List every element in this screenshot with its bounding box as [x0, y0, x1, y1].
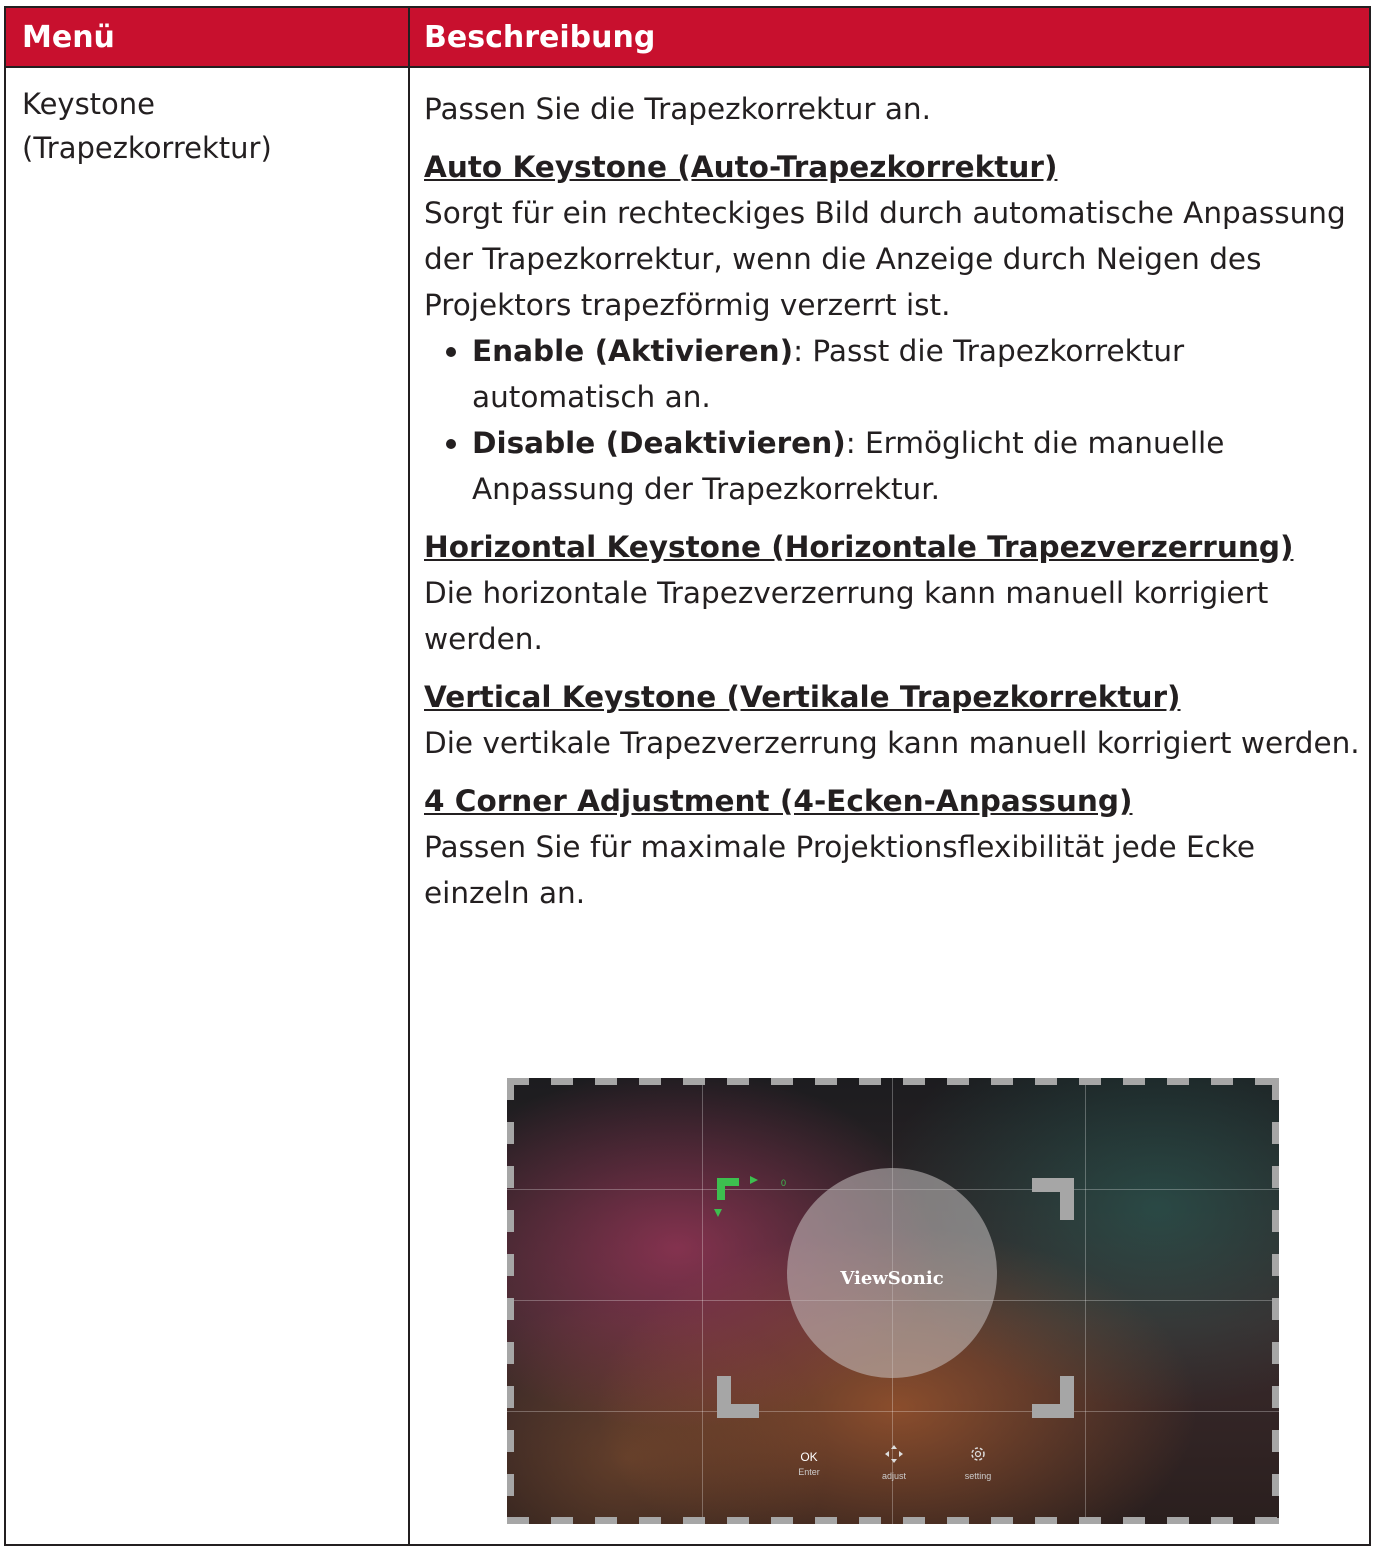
frame-dash	[507, 1254, 514, 1276]
corner-adjustment-heading: 4 Corner Adjustment (4-Ecken-Anpassung)	[424, 784, 1133, 818]
frame-dash	[1035, 1517, 1057, 1524]
frame-dash	[815, 1517, 837, 1524]
header-menu: Menü	[22, 20, 115, 55]
offset-counter: 0	[781, 1178, 787, 1188]
frame-dash	[1272, 1342, 1279, 1364]
frame-dash	[1167, 1517, 1189, 1524]
corner-adjustment-screenshot: ViewSonic 0 OK Enter adjust setting	[507, 1078, 1279, 1524]
frame-dash	[727, 1517, 749, 1524]
description-cell: Passen Sie die Trapezkorrektur an. Auto …	[424, 86, 1364, 916]
frame-dash	[903, 1078, 925, 1085]
horizontal-keystone-heading: Horizontal Keystone (Horizontale Trapezv…	[424, 530, 1294, 564]
option-disable: Disable (Deaktivieren): Ermöglicht die m…	[424, 420, 1364, 512]
column-divider	[408, 8, 410, 1544]
corner-marker-top-right[interactable]	[1032, 1178, 1074, 1220]
frame-dash	[551, 1078, 573, 1085]
header-description: Beschreibung	[424, 20, 656, 55]
frame-dash	[1272, 1210, 1279, 1232]
dpad-icon	[885, 1445, 903, 1463]
frame-dash	[507, 1430, 514, 1452]
frame-dash	[1272, 1298, 1279, 1320]
grid-line	[702, 1078, 703, 1524]
frame-dash	[507, 1342, 514, 1364]
frame-dash	[771, 1078, 793, 1085]
frame-dash	[1079, 1517, 1101, 1524]
frame-dash	[1272, 1474, 1279, 1496]
frame-dash	[551, 1517, 573, 1524]
frame-dash	[507, 1122, 514, 1144]
frame-dash	[1272, 1386, 1279, 1408]
frame-dash	[507, 1518, 514, 1524]
frame-dash	[683, 1078, 705, 1085]
option-disable-label: Disable (Deaktivieren)	[472, 426, 846, 460]
frame-dash	[1272, 1430, 1279, 1452]
frame-dash	[507, 1386, 514, 1408]
frame-dash	[859, 1078, 881, 1085]
frame-dash	[639, 1078, 661, 1085]
adjust-label: adjust	[881, 1471, 907, 1481]
vertical-keystone-text: Die vertikale Trapezverzerrung kann manu…	[424, 726, 1360, 760]
frame-dash	[859, 1517, 881, 1524]
frame-dash	[1272, 1254, 1279, 1276]
frame-dash	[991, 1078, 1013, 1085]
arrow-down-icon	[714, 1209, 722, 1217]
option-enable-label: Enable (Aktivieren)	[472, 334, 794, 368]
frame-dash	[1167, 1078, 1189, 1085]
frame-dash	[1272, 1122, 1279, 1144]
enter-label: Enter	[798, 1467, 820, 1477]
frame-dash	[1211, 1078, 1233, 1085]
setting-label: setting	[964, 1471, 992, 1481]
corner-marker-bottom-right[interactable]	[1032, 1376, 1074, 1418]
auto-keystone-text: Sorgt für ein rechteckiges Bild durch au…	[424, 196, 1346, 322]
ok-label: OK	[800, 1450, 818, 1464]
frame-dash	[507, 1166, 514, 1188]
frame-dash	[507, 1298, 514, 1320]
frame-dash	[1272, 1518, 1279, 1524]
option-enable: Enable (Aktivieren): Passt die Trapezkor…	[424, 328, 1364, 420]
corner-adjustment-text: Passen Sie für maximale Projektionsflexi…	[424, 830, 1256, 910]
frame-dash	[507, 1078, 514, 1100]
frame-dash	[595, 1517, 617, 1524]
frame-dash	[683, 1517, 705, 1524]
frame-dash	[991, 1517, 1013, 1524]
frame-dash	[947, 1078, 969, 1085]
horizontal-keystone-text: Die horizontale Trapezverzerrung kann ma…	[424, 576, 1269, 656]
frame-dash	[1272, 1078, 1279, 1100]
frame-dash	[1211, 1517, 1233, 1524]
frame-dash	[727, 1078, 749, 1085]
frame-dash	[639, 1517, 661, 1524]
frame-dash	[947, 1517, 969, 1524]
menu-cell: Keystone (Trapezkorrektur)	[22, 87, 272, 165]
corner-marker-bottom-left[interactable]	[717, 1376, 759, 1418]
frame-dash	[595, 1078, 617, 1085]
frame-dash	[815, 1078, 837, 1085]
intro-text: Passen Sie die Trapezkorrektur an.	[424, 92, 931, 126]
table-header: Menü Beschreibung	[6, 8, 1369, 68]
grid-line	[507, 1411, 1279, 1412]
frame-dash	[771, 1517, 793, 1524]
gear-icon	[971, 1447, 985, 1461]
auto-keystone-heading: Auto Keystone (Auto-Trapezkorrektur)	[424, 150, 1058, 184]
frame-dash	[1272, 1166, 1279, 1188]
frame-dash	[1035, 1078, 1057, 1085]
frame-dash	[507, 1474, 514, 1496]
arrow-right-icon	[750, 1176, 758, 1184]
frame-dash	[1079, 1078, 1101, 1085]
frame-dash	[1123, 1517, 1145, 1524]
frame-dash	[1123, 1078, 1145, 1085]
brand-logo: ViewSonic	[840, 1268, 944, 1289]
frame-dash	[507, 1210, 514, 1232]
grid-line	[1085, 1078, 1086, 1524]
vertical-keystone-heading: Vertical Keystone (Vertikale Trapezkorre…	[424, 680, 1181, 714]
frame-dash	[903, 1517, 925, 1524]
